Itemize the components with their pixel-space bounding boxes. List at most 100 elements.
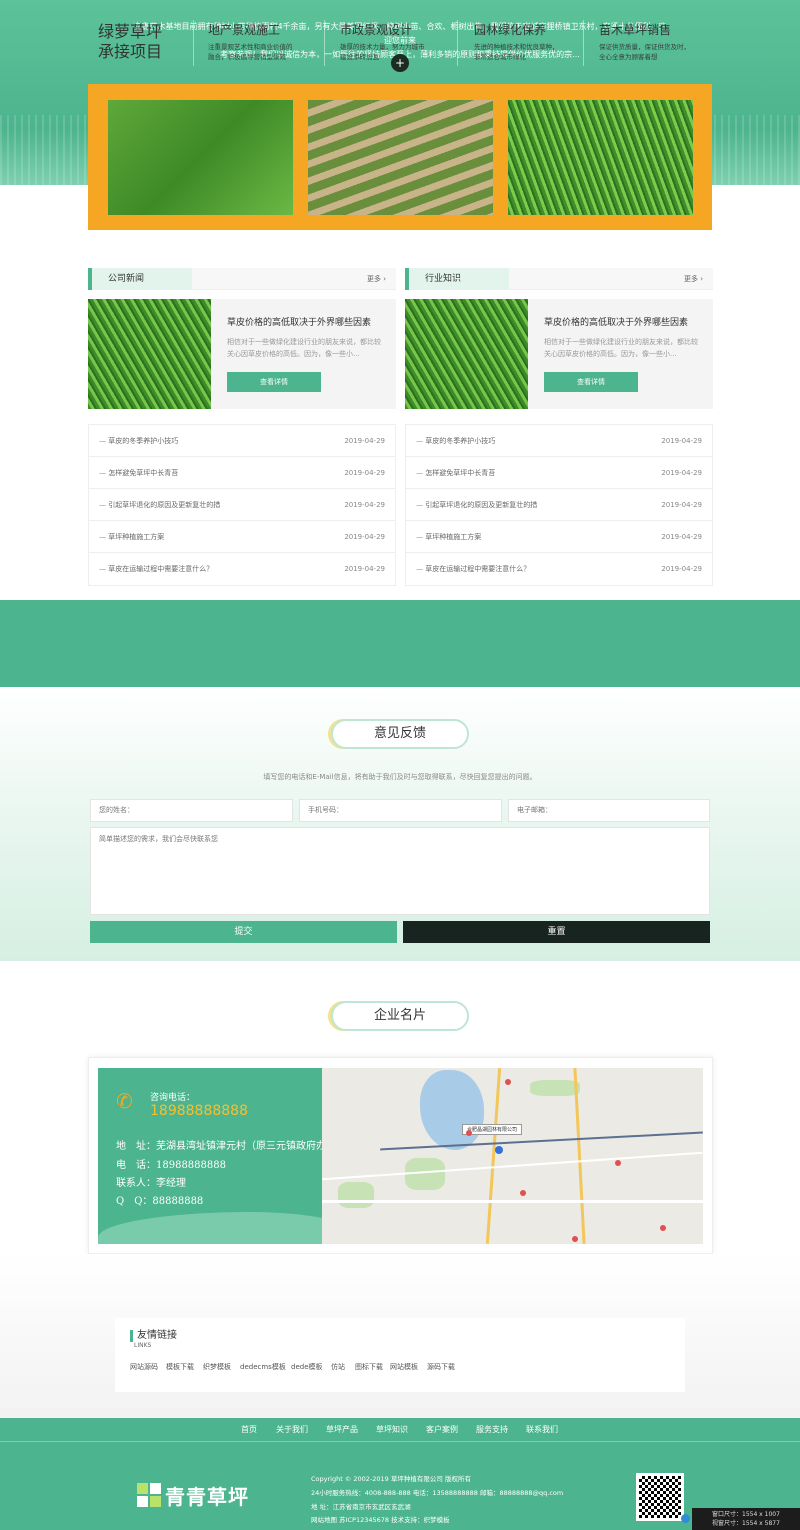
company-contact: 联系人：李经理 [116,1178,186,1189]
list-item-date: 2019-04-29 [344,565,385,573]
friend-link[interactable]: 模板下载 [166,1362,194,1372]
list-item[interactable]: 草皮的冬季养护小技巧 2019-04-29 [406,425,712,457]
map-pin-icon [572,1236,578,1242]
friend-link[interactable]: dede模板 [291,1362,323,1372]
list-item-date: 2019-04-29 [344,437,385,445]
column-header: 行业知识 更多 › [405,268,713,290]
footer-nav-home[interactable]: 首页 [241,1424,257,1435]
service-title: 园林绿化保养 [474,23,547,37]
list-item[interactable]: 草皮的冬季养护小技巧 2019-04-29 [89,425,395,457]
footer-logo-text: 青青草坪 [165,1485,249,1509]
band-title-line2: 承接项目 [98,42,163,61]
list-item-date: 2019-04-29 [661,533,702,541]
list-item[interactable]: 草坪种植施工方案 2019-04-29 [406,521,712,553]
footer-nav-contact[interactable]: 联系我们 [526,1424,558,1435]
viewport-size: 视窗尺寸：1554 x 5877 [712,1520,780,1527]
service-desc: 建设添砖加瓦 [340,53,379,61]
friend-link[interactable]: 图标下载 [355,1362,383,1372]
friend-links-panel [115,1318,685,1392]
email-field[interactable]: 电子邮箱： [508,799,710,822]
gallery-photo-grass[interactable] [508,100,693,215]
footer-address: 地 址：江苏省南京市玄武区玄武湖 [311,1503,411,1511]
service-item[interactable]: 苗木草坪销售 保证供货质量，保证供货及时， 全心全意为顾客着想 [599,22,709,62]
list-item[interactable]: 草皮在运输过程中需要注意什么？ 2019-04-29 [89,553,395,585]
map-pin-icon [505,1079,511,1085]
map-pin-icon[interactable] [495,1146,503,1154]
footer-nav-knowledge[interactable]: 草坪知识 [376,1424,408,1435]
phone-icon: ✆ [116,1089,133,1113]
featured-desc: 相信对于一些做绿化建设行业的朋友来说，都比较关心因草皮价格的高低。因为，像一些小… [227,338,381,358]
footer-icp[interactable]: 网站地图 苏ICP12345678 技术支持：织梦模板 [311,1514,450,1524]
service-desc: 雄厚的技术力量，努力为城市 [340,43,425,51]
featured-title[interactable]: 草皮价格的高低取决于外界哪些因素 [544,315,688,328]
services-band [0,600,800,687]
list-item-date: 2019-04-29 [661,565,702,573]
article-list: 草皮的冬季养护小技巧 2019-04-29 怎样避免草坪中长青苔 2019-04-2… [88,424,396,586]
links-title: 友情链接 [130,1330,177,1342]
company-card-title: 企业名片 [331,1001,469,1031]
band-title: 绿萝草坪 承接项目 [98,22,193,62]
service-desc: 保证供货质量，保证供货及时， [599,43,690,51]
map-pin-icon [660,1225,666,1231]
reset-button[interactable]: 重置 [403,921,710,943]
friend-link[interactable]: 仿站 [331,1362,345,1372]
list-item[interactable]: 草坪种植施工方案 2019-04-29 [89,521,395,553]
list-item[interactable]: 怎样避免草坪中长青苔 2019-04-29 [89,457,395,489]
friend-link[interactable]: 源码下载 [427,1362,455,1372]
list-item[interactable]: 引起草坪退化的原因及更新复壮的措 2019-04-29 [89,489,395,521]
featured-image[interactable] [405,299,528,409]
service-title: 市政景观设计 [340,23,413,37]
list-item-title: 草皮的冬季养护小技巧 [99,437,178,445]
divider [583,20,584,66]
featured-image[interactable] [88,299,211,409]
list-item-date: 2019-04-29 [661,437,702,445]
service-item[interactable]: 园林绿化保养 先进的种植技术和优良草种， 非常适合城市绿化 [474,22,584,62]
friend-link[interactable]: dedecms模板 [240,1362,286,1372]
service-item[interactable]: 市政景观设计 雄厚的技术力量，努力为城市 建设添砖加瓦 [340,22,450,62]
gallery-photo-lawn[interactable] [108,100,293,215]
news-column-industry: 行业知识 更多 › 草皮价格的高低取决于外界哪些因素 相信对于一些做绿化建设行业… [405,268,713,586]
map-pin-icon [615,1160,621,1166]
friend-link[interactable]: 网站模板 [390,1362,418,1372]
friend-link[interactable]: 织梦模板 [203,1362,231,1372]
service-desc: 全心全意为顾客着想 [599,53,658,61]
call-number: 18988888888 [150,1103,248,1119]
company-qq: Q Q：88888888 [116,1196,204,1207]
list-item-date: 2019-04-29 [344,533,385,541]
list-item[interactable]: 引起草坪退化的原因及更新复壮的措 2019-04-29 [406,489,712,521]
divider [193,20,194,66]
list-item-title: 引起草坪退化的原因及更新复壮的措 [416,501,537,509]
column-header: 公司新闻 更多 › [88,268,396,290]
list-item[interactable]: 草皮在运输过程中需要注意什么？ 2019-04-29 [406,553,712,585]
more-link[interactable]: 更多 › [684,268,703,290]
footer-nav-support[interactable]: 服务支持 [476,1424,508,1435]
service-title: 苗木草坪销售 [599,23,672,37]
feedback-title: 意见反馈 [331,719,469,749]
footer-nav-about[interactable]: 关于我们 [276,1424,308,1435]
window-size: 窗口尺寸：1554 x 1007 [712,1511,780,1518]
message-textarea[interactable]: 简单描述您的需求，我们会尽快联系您 [90,827,710,915]
list-item[interactable]: 怎样避免草坪中长青苔 2019-04-29 [406,457,712,489]
call-label: 咨询电话： [150,1093,196,1103]
view-details-button[interactable]: 查看详情 [544,372,638,392]
tab-company-news[interactable]: 公司新闻 [88,268,192,290]
divider [324,20,325,66]
submit-button[interactable]: 提交 [90,921,397,943]
info-icon [681,1514,690,1523]
list-item-date: 2019-04-29 [344,469,385,477]
gallery-photo-sod-rows[interactable] [308,100,493,215]
list-item-title: 草皮在运输过程中需要注意什么？ [99,565,213,573]
view-details-button[interactable]: 查看详情 [227,372,321,392]
service-item[interactable]: 地产景观施工 注重景观艺术性和商业价值的 融合，积极倡导营销型景观 [208,22,318,62]
qr-code [636,1473,684,1521]
footer-nav-products[interactable]: 草坪产品 [326,1424,358,1435]
viewport-size-overlay: 窗口尺寸：1554 x 1007 视窗尺寸：1554 x 5877 [692,1508,800,1530]
featured-title[interactable]: 草皮价格的高低取决于外界哪些因素 [227,315,371,328]
friend-link[interactable]: 网站源码 [130,1362,158,1372]
name-field[interactable]: 您的姓名： [90,799,293,822]
list-item-title: 草坪种植施工方案 [99,533,164,541]
footer-nav-cases[interactable]: 客户案例 [426,1424,458,1435]
more-link[interactable]: 更多 › [367,268,386,290]
phone-field[interactable]: 手机号码： [299,799,502,822]
tab-industry-knowledge[interactable]: 行业知识 [405,268,509,290]
